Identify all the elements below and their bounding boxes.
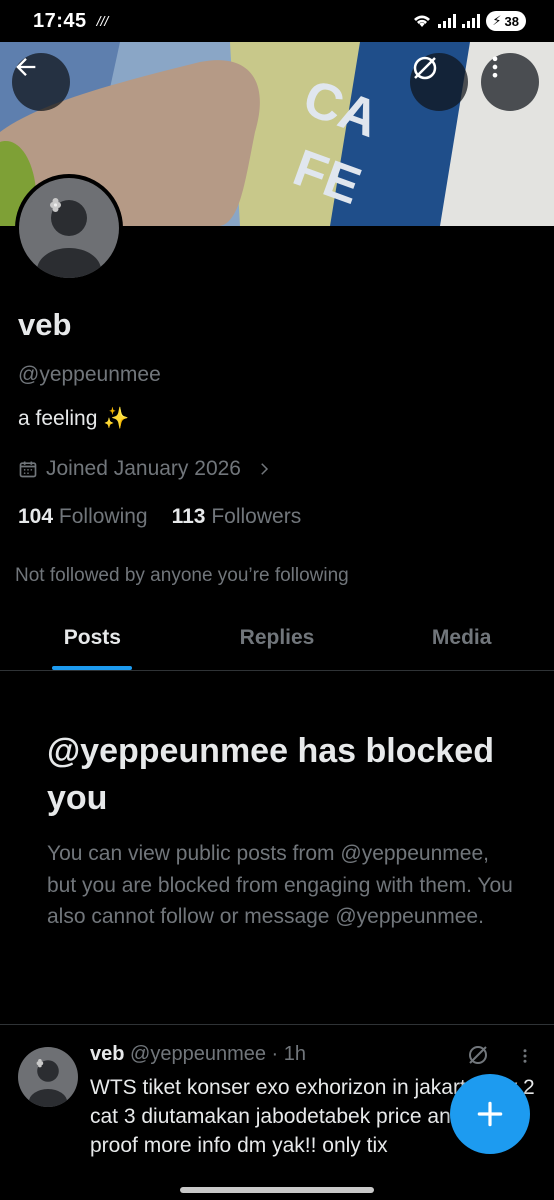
grok-button[interactable] [410,53,468,111]
following-count: 104 [18,505,54,528]
tab-replies[interactable]: Replies [185,605,370,670]
post-meta: @yeppeunmee · 1h [130,1043,306,1065]
followers-link[interactable]: 113 Followers [172,505,302,529]
default-avatar-icon [19,178,119,278]
active-tab-indicator [52,666,133,670]
back-arrow-icon [16,58,36,76]
status-icons: ⚡ 38 [412,11,526,31]
grok-icon[interactable] [466,1043,490,1067]
post-author-name: veb [90,1043,125,1065]
tab-media[interactable]: Media [369,605,554,670]
signal-icon [462,14,481,28]
not-followed-note: Not followed by anyone you’re following [15,565,349,586]
tab-label: Posts [63,625,121,649]
home-indicator[interactable] [180,1187,374,1193]
compose-button[interactable] [450,1074,530,1154]
more-vertical-icon [492,56,498,78]
plus-icon [477,1101,503,1127]
joined-label: Joined January 2026 [46,457,241,480]
blocked-notice: @yeppeunmee has blocked you You can view… [47,728,517,933]
status-time: 17:45 [33,9,87,32]
followers-count: 113 [171,505,206,528]
status-bar: 17:45 /// ⚡ 38 [0,0,554,42]
follow-counts: 104 Following 113 Followers [18,505,301,529]
joined-date[interactable]: Joined January 2026 [18,457,273,481]
back-button[interactable] [12,53,70,111]
tab-label: Replies [239,625,315,649]
post-header: veb @yeppeunmee · 1h [90,1043,306,1066]
tab-posts[interactable]: Posts [0,605,185,670]
profile-handle: @yeppeunmee [18,363,161,386]
chevron-right-icon [261,463,269,475]
followers-label: Followers [211,505,302,528]
more-vertical-icon[interactable] [516,1045,534,1067]
following-link[interactable]: 104 Following [18,505,148,529]
tab-label: Media [431,625,492,649]
profile-name: veb [18,307,72,342]
grok-icon [413,56,437,80]
notification-icon: /// [96,13,109,29]
avatar[interactable] [15,174,123,282]
calendar-icon [19,461,37,478]
signal-icon [438,14,457,28]
post-avatar[interactable] [18,1047,78,1107]
following-label: Following [58,505,148,528]
profile-bio: a feeling ✨ [18,407,130,430]
blocked-message: You can view public posts from @yeppeunm… [47,842,513,928]
battery-icon: ⚡ 38 [486,11,526,31]
blocked-title: @yeppeunmee has blocked you [47,732,494,817]
profile-tabs: Posts Replies Media [0,605,554,671]
more-options-button[interactable] [481,53,539,111]
battery-level: 38 [504,13,519,29]
wifi-icon [414,15,431,27]
